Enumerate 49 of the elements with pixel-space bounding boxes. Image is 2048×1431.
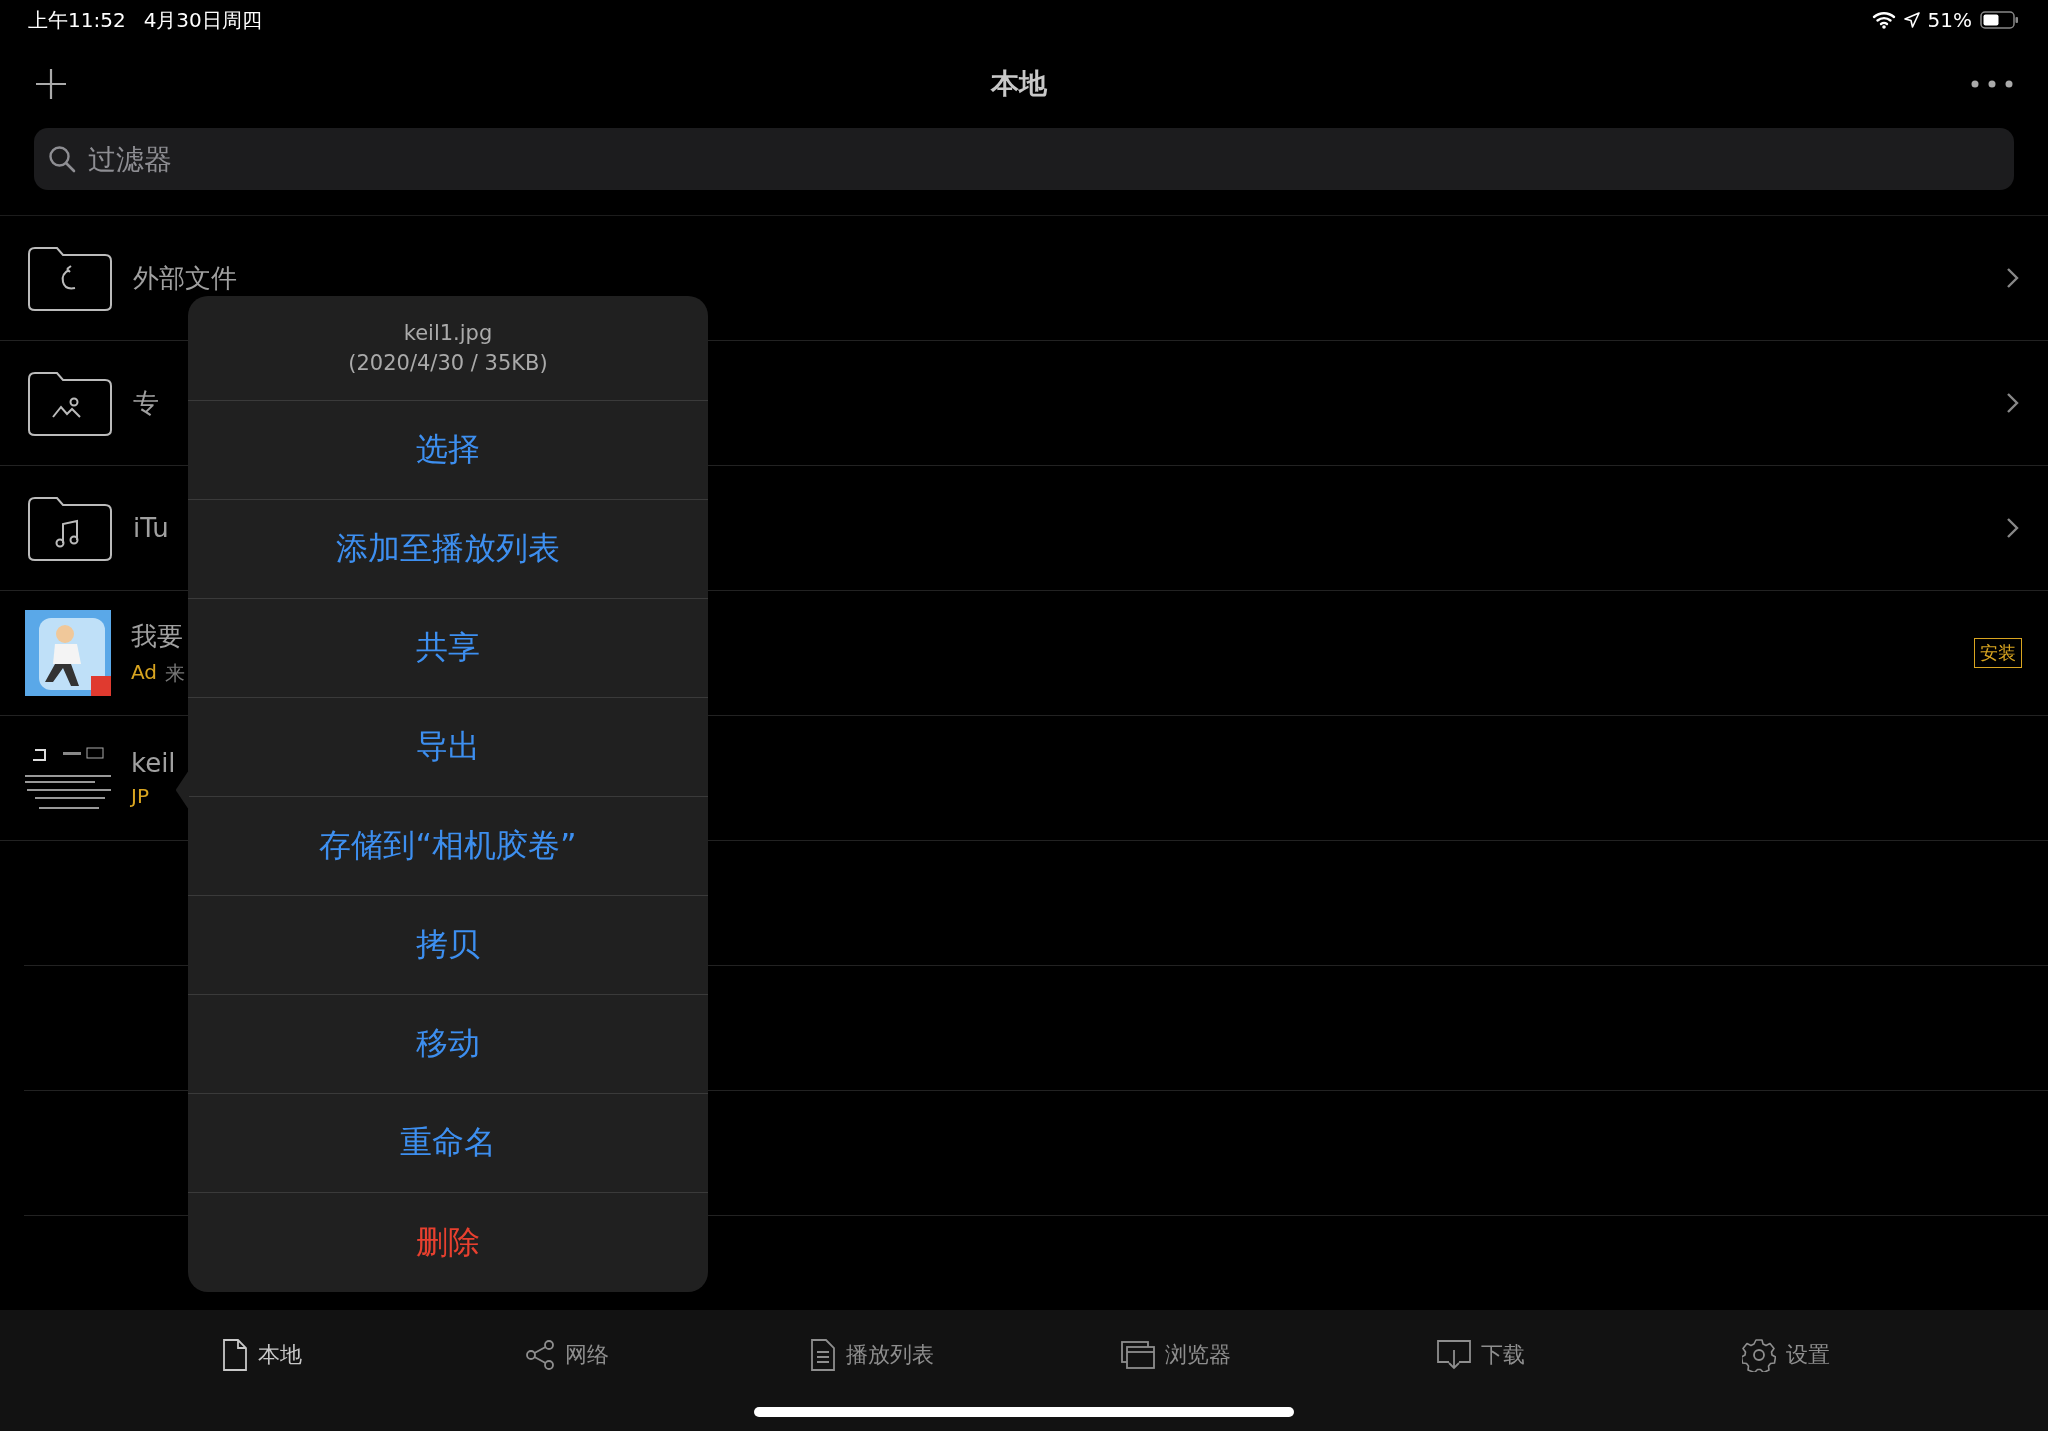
tab[interactable]: 播放列表 (719, 1330, 1024, 1380)
menu-item[interactable]: 导出 (188, 698, 708, 797)
nav-title: 本地 (991, 66, 1047, 102)
tab[interactable]: 网络 (414, 1330, 720, 1380)
tab[interactable]: 下载 (1328, 1330, 1634, 1380)
add-icon[interactable] (34, 67, 68, 101)
list-document-icon (809, 1338, 836, 1372)
windows-icon (1121, 1341, 1156, 1369)
file-name-heading: keil1.jpg (403, 321, 493, 345)
document-icon (222, 1338, 249, 1372)
search-field[interactable]: 过滤器 (34, 128, 2014, 190)
menu-item[interactable]: 拷贝 (188, 896, 708, 995)
ad-tag: Ad (131, 660, 158, 687)
menu-item[interactable]: 存储到“相机胶卷” (188, 797, 708, 896)
install-button[interactable]: 安装 (1974, 638, 2022, 668)
folder-icon (25, 494, 113, 562)
search-icon (48, 145, 76, 173)
file-info: (2020/4/30 / 35KB) (348, 351, 548, 375)
status-time: 上午11:52 (28, 6, 126, 34)
tab[interactable]: 本地 (110, 1330, 415, 1380)
folder-name[interactable]: 外部文件 (133, 260, 237, 296)
settings-icon (1741, 1338, 1776, 1372)
menu-item[interactable]: 删除 (188, 1193, 708, 1292)
location-icon (1903, 12, 1920, 28)
battery-percent: 51% (1927, 8, 1972, 32)
ad-subtitle: 来 (165, 660, 186, 687)
share-icon (525, 1340, 555, 1370)
folder-icon (25, 244, 113, 312)
more-icon[interactable] (1970, 79, 2014, 89)
chevron-icon (2006, 517, 2020, 539)
folder-name[interactable]: iTu (133, 513, 169, 543)
menu-item[interactable]: 共享 (188, 599, 708, 698)
folder-icon (25, 369, 113, 437)
file-name[interactable]: keil (131, 748, 176, 778)
file-type: JP (131, 784, 149, 808)
menu-item[interactable]: 选择 (188, 401, 708, 500)
status-date: 4月30日周四 (143, 6, 262, 34)
menu-item[interactable]: 重命名 (188, 1094, 708, 1193)
menu-item[interactable]: 添加至播放列表 (188, 500, 708, 599)
tab[interactable]: 设置 (1633, 1330, 1938, 1380)
tab[interactable]: 浏览器 (1024, 1330, 1329, 1380)
battery-icon (1980, 10, 2020, 30)
folder-name[interactable]: 专 (133, 385, 159, 421)
download-icon (1437, 1340, 1471, 1370)
wifi-icon (1871, 11, 1896, 29)
chevron-icon (2006, 267, 2020, 289)
menu-item[interactable]: 移动 (188, 995, 708, 1094)
chevron-icon (2006, 392, 2020, 414)
ad-title[interactable]: 我要 (131, 619, 183, 654)
